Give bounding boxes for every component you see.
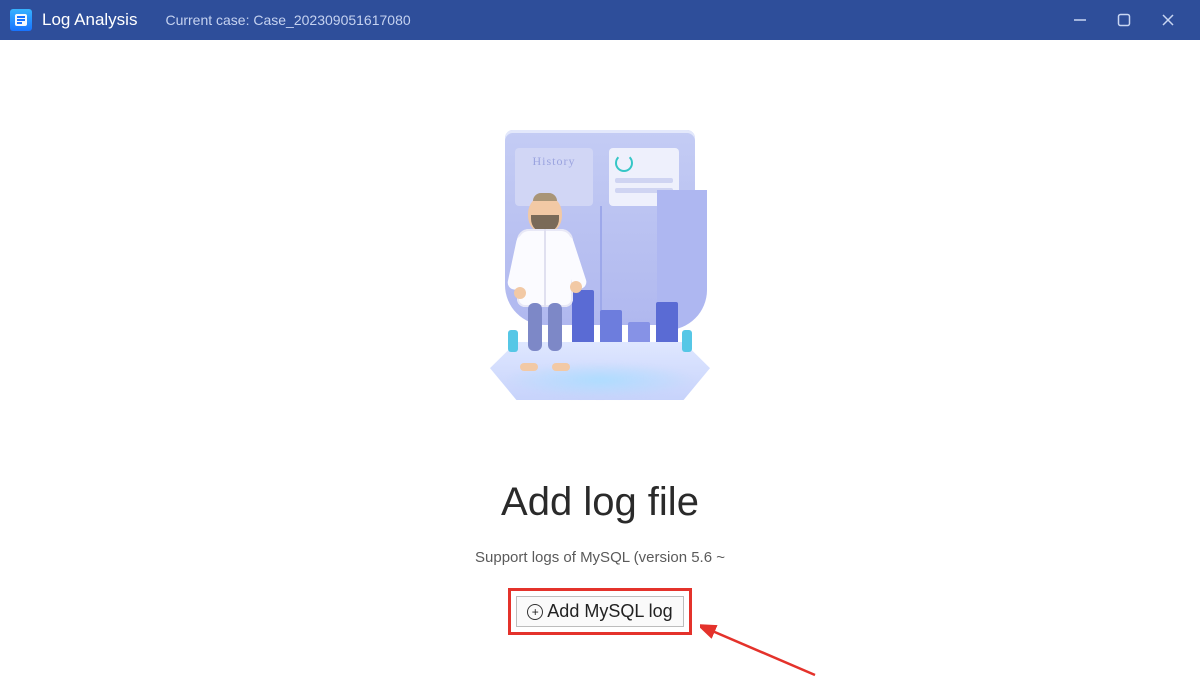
support-subtext: Support logs of MySQL (version 5.6 ~	[475, 549, 725, 566]
title-bar: Log Analysis Current case: Case_20230905…	[0, 0, 1200, 40]
main-content: History Add log file Support logs of MyS…	[0, 40, 1200, 700]
page-heading: Add log file	[501, 480, 699, 525]
window-controls	[1070, 10, 1190, 30]
add-mysql-log-button[interactable]: + Add MySQL log	[516, 596, 683, 627]
current-case-label: Current case: Case_202309051617080	[165, 12, 410, 28]
add-button-highlight: + Add MySQL log	[508, 588, 691, 635]
illustration: History	[470, 120, 730, 420]
minimize-button[interactable]	[1070, 10, 1090, 30]
history-panel-label: History	[533, 154, 576, 169]
app-title: Log Analysis	[42, 10, 137, 30]
plus-circle-icon: +	[527, 604, 543, 620]
server-towers	[572, 290, 678, 350]
scientist-figure	[510, 195, 580, 365]
annotation-arrow	[700, 600, 820, 680]
swirl-icon	[615, 154, 633, 172]
app-icon	[10, 9, 32, 31]
maximize-button[interactable]	[1114, 10, 1134, 30]
add-button-label: Add MySQL log	[547, 601, 672, 622]
close-button[interactable]	[1158, 10, 1178, 30]
